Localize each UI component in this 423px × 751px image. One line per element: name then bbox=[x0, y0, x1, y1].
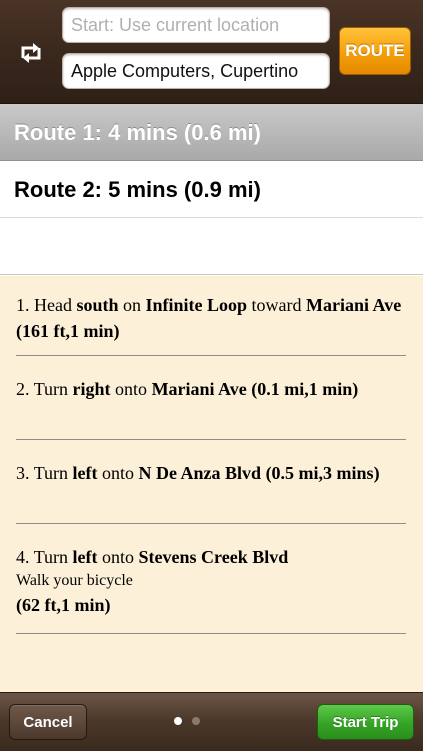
route-option-2[interactable]: Route 2: 5 mins (0.9 mi) bbox=[0, 161, 423, 218]
step-note: Walk your bicycle bbox=[16, 572, 133, 589]
page-dot-1 bbox=[174, 717, 182, 725]
route-option-1[interactable]: Route 1: 4 mins (0.6 mi) bbox=[0, 104, 423, 161]
direction-step-2: 2. Turn right onto Mariani Ave (0.1 mi,1… bbox=[16, 376, 406, 440]
direction-step-4: 4. Turn left onto Stevens Creek Blvd Wal… bbox=[16, 544, 406, 634]
start-location-input[interactable]: Start: Use current location bbox=[62, 7, 330, 43]
page-indicator[interactable] bbox=[174, 717, 200, 725]
cancel-button[interactable]: Cancel bbox=[9, 704, 87, 740]
directions-list: 1. Head south on Infinite Loop toward Ma… bbox=[0, 276, 423, 692]
direction-step-3: 3. Turn left onto N De Anza Blvd (0.5 mi… bbox=[16, 460, 406, 524]
start-trip-button[interactable]: Start Trip bbox=[317, 704, 414, 740]
top-bar: Start: Use current location Apple Comput… bbox=[0, 0, 423, 104]
bottom-bar: Cancel Start Trip bbox=[0, 692, 423, 751]
swap-arrows-icon bbox=[21, 43, 41, 63]
swap-button[interactable] bbox=[14, 36, 48, 70]
route-list-empty-row bbox=[0, 218, 423, 275]
direction-step-1: 1. Head south on Infinite Loop toward Ma… bbox=[16, 292, 406, 356]
destination-input[interactable]: Apple Computers, Cupertino bbox=[62, 53, 330, 89]
page-dot-2 bbox=[192, 717, 200, 725]
route-button[interactable]: ROUTE bbox=[339, 27, 411, 75]
